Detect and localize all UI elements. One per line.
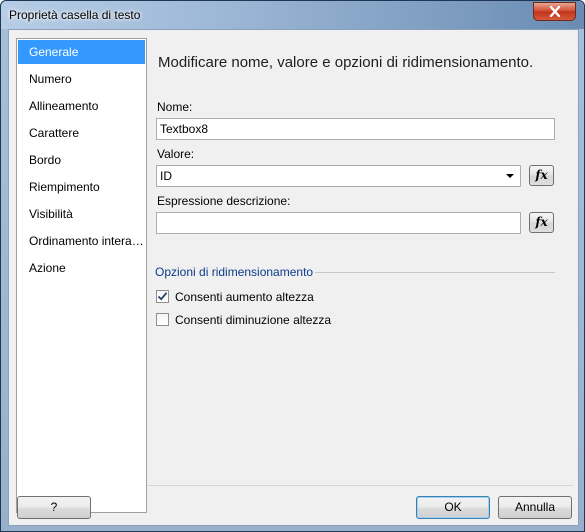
value-selected: ID [160,169,172,183]
dialog-client: Generale Numero Allineamento Carattere B… [8,29,579,526]
page-heading: Modificare nome, valore e opzioni di rid… [158,54,534,71]
name-label: Nome: [157,100,193,114]
sidebar-item-allineamento[interactable]: Allineamento [18,94,145,118]
title-bar[interactable]: Proprietà casella di testo [1,1,584,29]
sidebar-item-visibilita[interactable]: Visibilità [18,202,145,226]
resize-section-title: Opzioni di ridimensionamento [155,265,314,279]
value-expression-button[interactable]: fx [529,165,554,186]
dialog-window: Proprietà casella di testo Generale Nume… [0,0,585,532]
allow-shrink-checkbox[interactable] [156,313,169,326]
cancel-button[interactable]: Annulla [498,496,572,519]
sidebar-item-azione[interactable]: Azione [18,256,145,280]
value-label: Valore: [157,147,195,161]
sidebar: Generale Numero Allineamento Carattere B… [16,38,147,513]
sidebar-item-numero[interactable]: Numero [18,67,145,91]
sidebar-item-riempimento[interactable]: Riempimento [18,175,145,199]
allow-shrink-label[interactable]: Consenti diminuzione altezza [175,313,331,327]
tooltip-expression-button[interactable]: fx [529,212,554,233]
footer-divider [147,485,573,486]
allow-grow-label[interactable]: Consenti aumento altezza [175,290,314,304]
sidebar-item-generale[interactable]: Generale [18,40,145,64]
help-button[interactable]: ? [17,496,91,519]
check-icon [157,292,168,301]
close-icon [549,6,560,17]
sidebar-item-bordo[interactable]: Bordo [18,148,145,172]
tooltip-field[interactable] [156,212,521,234]
tooltip-label: Espressione descrizione: [157,194,291,208]
close-button[interactable] [533,2,576,21]
ok-button[interactable]: OK [416,496,490,519]
name-field[interactable]: Textbox8 [156,118,555,140]
section-divider [315,272,555,273]
sidebar-item-carattere[interactable]: Carattere [18,121,145,145]
window-title: Proprietà casella di testo [9,8,141,22]
allow-grow-checkbox[interactable] [156,290,169,303]
sidebar-item-ordinamento[interactable]: Ordinamento interattivo [18,229,145,253]
value-dropdown[interactable]: ID [156,165,521,187]
chevron-down-icon[interactable] [506,174,514,178]
